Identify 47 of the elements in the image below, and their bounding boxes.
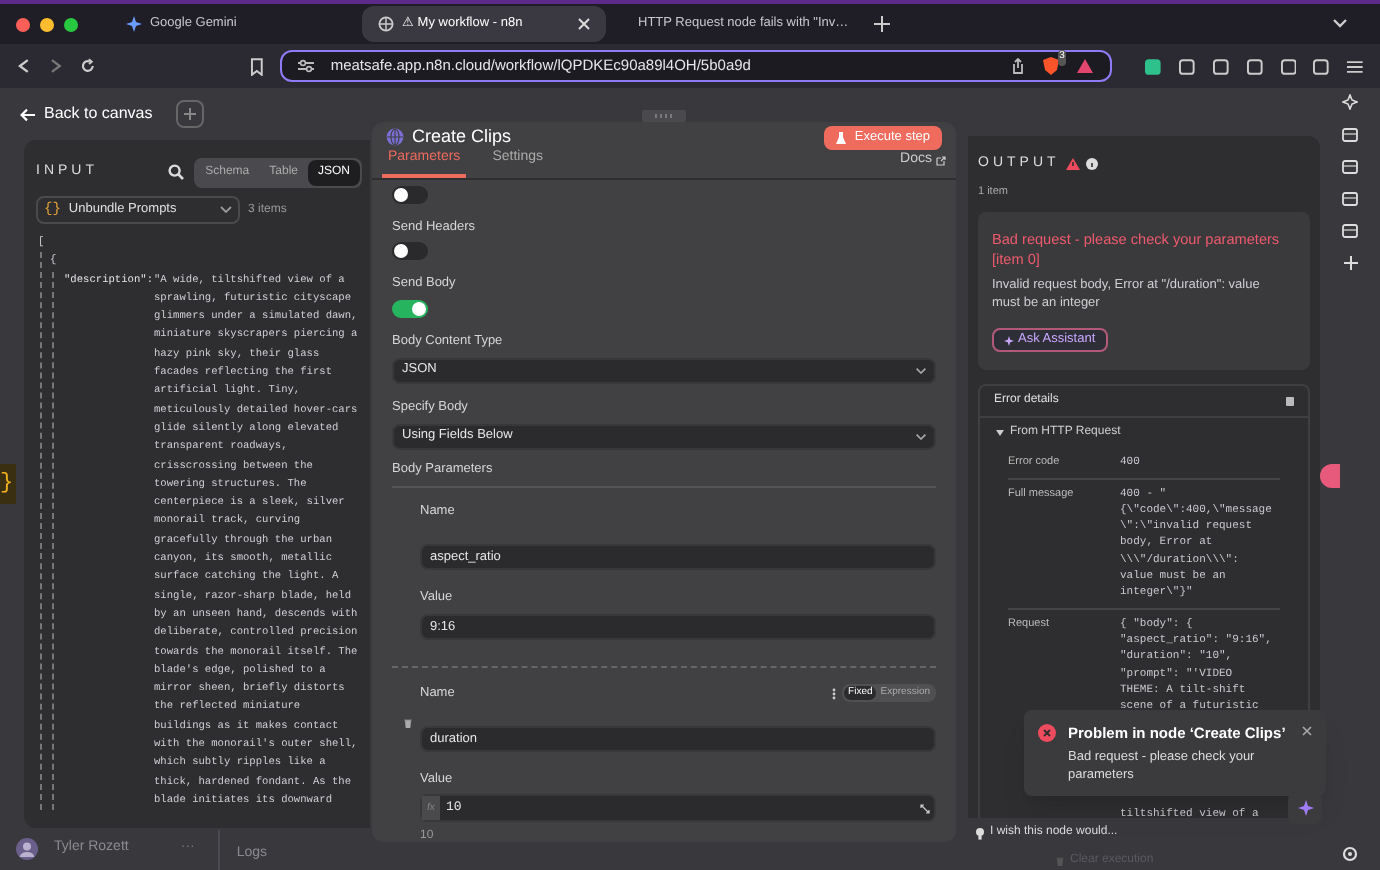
avatar-icon	[16, 838, 38, 860]
external-link-icon	[936, 155, 946, 166]
chevron-down-icon[interactable]	[1332, 18, 1348, 30]
lion-shield-icon	[1042, 56, 1061, 76]
search-icon[interactable]	[167, 164, 184, 180]
back-to-canvas-link[interactable]: Back to canvas	[20, 102, 153, 126]
info-icon	[1085, 158, 1098, 170]
lightbulb-icon	[976, 827, 984, 839]
error-icon	[1038, 724, 1056, 742]
bookmark-icon[interactable]	[250, 57, 265, 75]
maximize-window-icon	[64, 17, 78, 31]
triangle-icon	[1076, 58, 1095, 74]
minimize-window-icon	[40, 17, 54, 31]
close-icon[interactable]	[1302, 726, 1312, 736]
panel-handle-icon[interactable]	[1320, 464, 1340, 488]
toggle-switch[interactable]	[392, 185, 428, 203]
close-window-icon	[16, 17, 30, 31]
settings-sliders-icon	[298, 58, 315, 74]
flask-icon	[836, 131, 847, 144]
warning-icon	[1065, 158, 1080, 170]
toggle-switch[interactable]	[392, 242, 428, 261]
node-edge-brace: }	[0, 464, 16, 504]
forward-icon[interactable]	[47, 58, 64, 74]
plus-icon[interactable]	[1343, 256, 1357, 270]
globe-icon	[378, 16, 394, 32]
chevron-down-icon	[916, 433, 926, 439]
toggle-switch[interactable]	[392, 300, 428, 318]
chevron-down-icon	[916, 367, 926, 374]
chevron-down-icon	[220, 206, 232, 214]
settings-icon[interactable]	[1342, 846, 1358, 862]
add-button[interactable]	[176, 100, 205, 128]
share-icon	[1010, 58, 1027, 74]
more-vertical-icon[interactable]	[832, 687, 837, 700]
node-title: Create Clips	[412, 124, 514, 149]
plus-icon	[184, 108, 197, 120]
trash-icon[interactable]	[404, 717, 412, 727]
caret-down-icon	[996, 430, 1004, 437]
ai-assistant-button[interactable]	[1288, 792, 1322, 824]
plus-icon[interactable]	[874, 16, 890, 32]
menu-icon[interactable]	[1346, 57, 1364, 75]
extension-icon[interactable]	[1144, 57, 1163, 75]
drag-handle-icon[interactable]	[642, 110, 686, 122]
expand-icon	[920, 803, 930, 814]
back-icon[interactable]	[16, 58, 32, 74]
arrow-left-icon	[20, 107, 36, 121]
reload-icon[interactable]	[79, 58, 95, 74]
globe-icon	[386, 128, 404, 147]
